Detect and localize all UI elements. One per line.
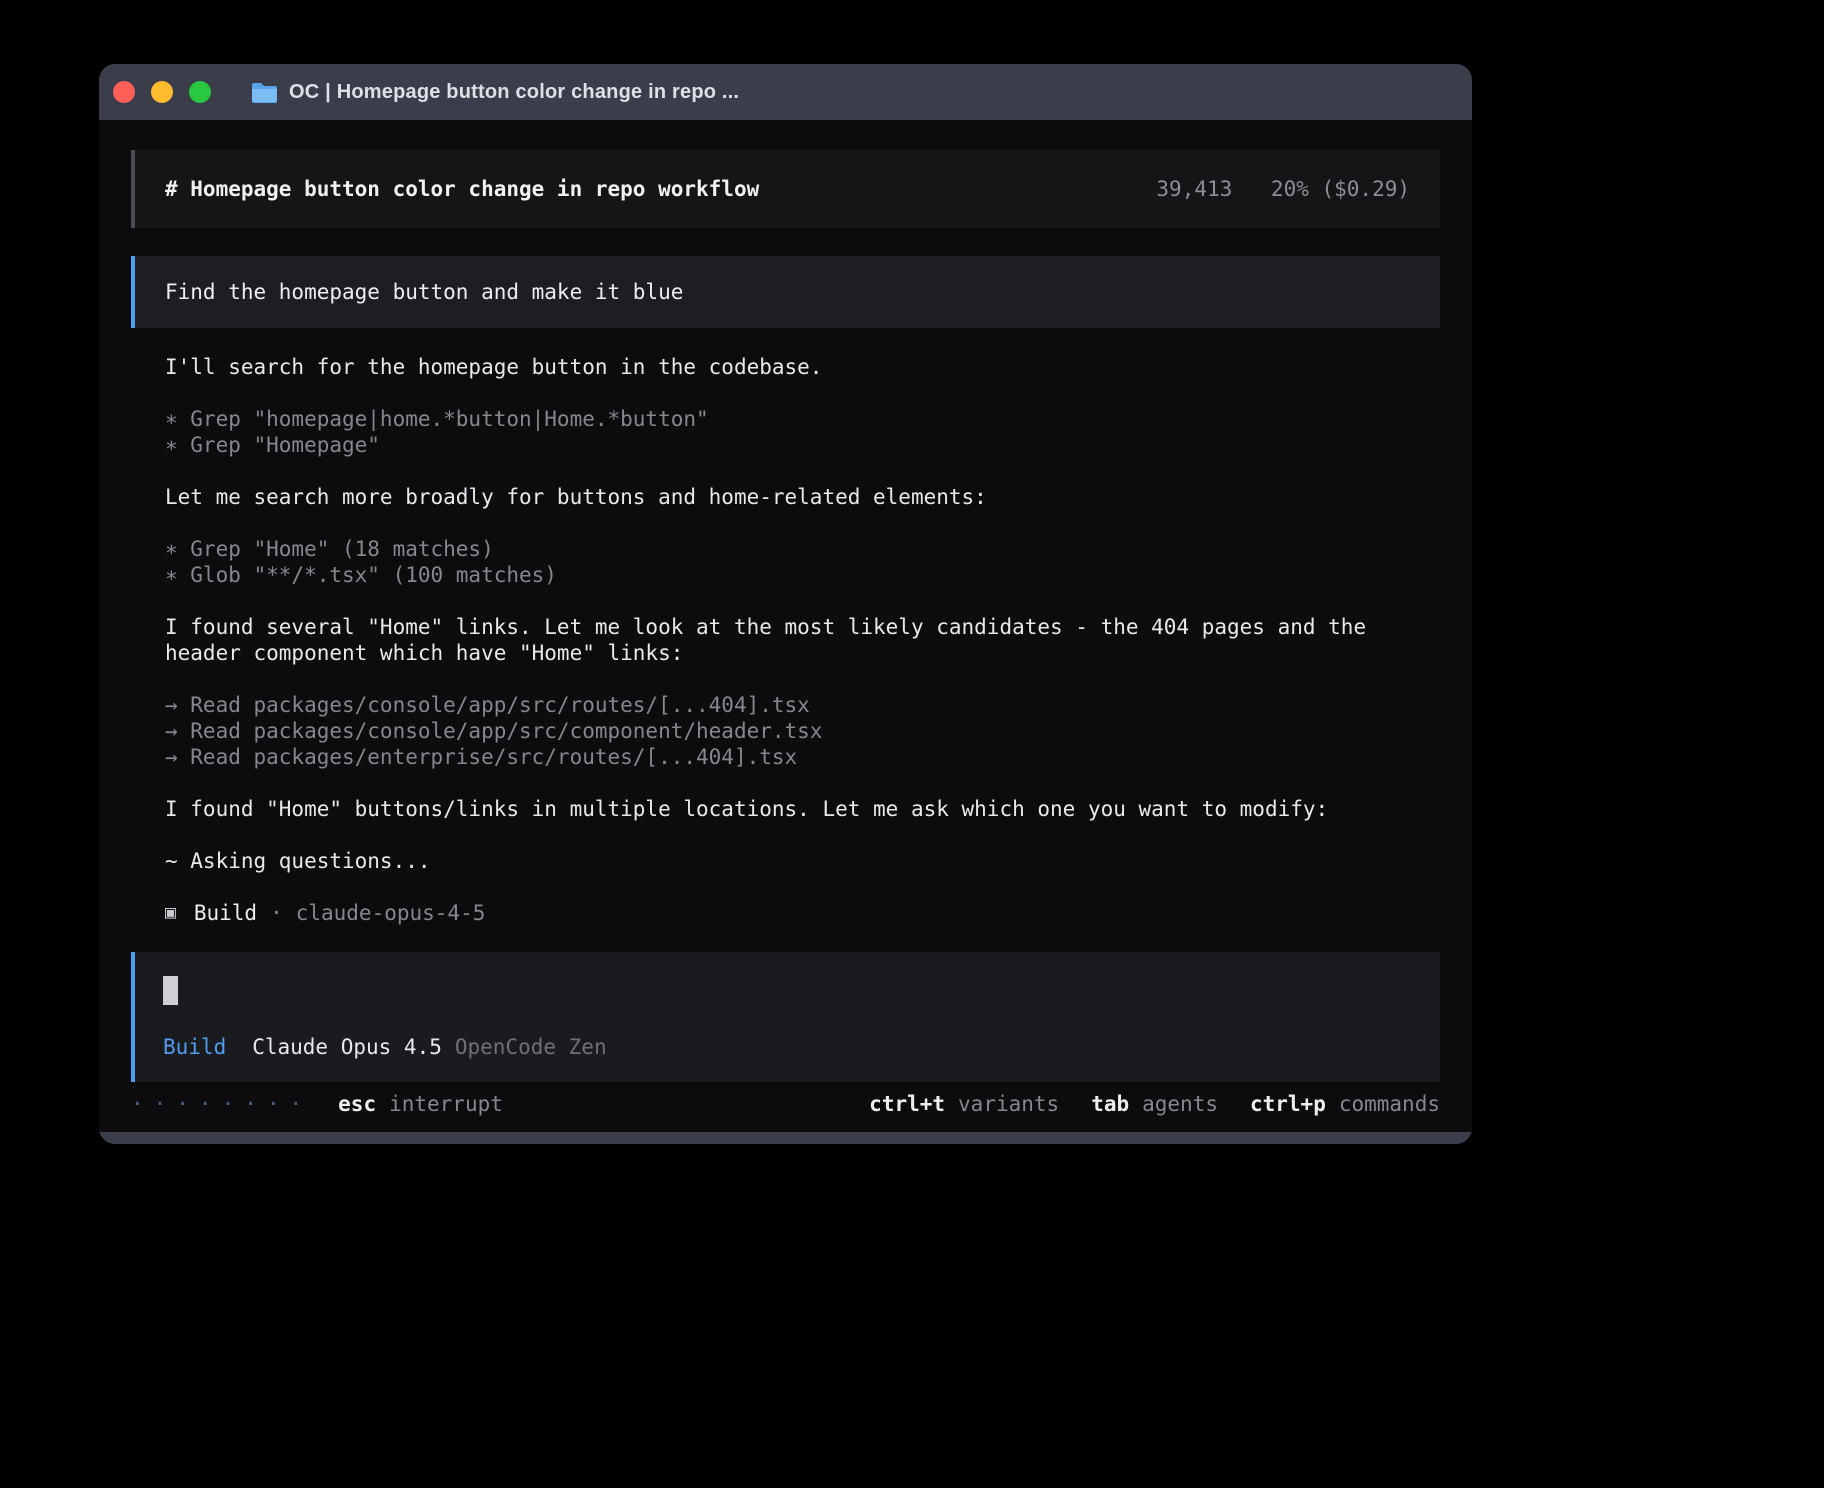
tool-call-grep: ∗ Grep "homepage|home.*button|Home.*butt… <box>165 406 1440 432</box>
tool-call-read: → Read packages/enterprise/src/routes/[.… <box>165 744 1440 770</box>
session-header: # Homepage button color change in repo w… <box>131 150 1440 228</box>
assistant-paragraph: I found several "Home" links. Let me loo… <box>165 614 1440 666</box>
agent-separator: · <box>270 900 283 926</box>
window-title: OC | Homepage button color change in rep… <box>289 81 739 104</box>
assistant-response: I'll search for the homepage button in t… <box>165 328 1440 926</box>
token-count: 39,413 <box>1156 177 1232 201</box>
agent-mode-label[interactable]: Build <box>163 1034 226 1060</box>
tool-call-grep: ∗ Grep "Home" (18 matches) <box>165 536 1440 562</box>
close-window-button[interactable] <box>113 81 135 103</box>
tool-call-glob: ∗ Glob "**/*.tsx" (100 matches) <box>165 562 1440 588</box>
shortcut-key: ctrl+p <box>1250 1091 1326 1117</box>
tool-call-group: ∗ Grep "homepage|home.*button|Home.*butt… <box>165 406 1440 458</box>
context-usage: 20% ($0.29) <box>1271 177 1410 201</box>
assistant-paragraph: Let me search more broadly for buttons a… <box>165 484 1440 510</box>
shortcut-agents: tab agents <box>1091 1091 1218 1117</box>
progress-dots: ········ <box>131 1091 312 1117</box>
user-message-text: Find the homepage button and make it blu… <box>165 280 683 304</box>
agent-mode-icon: ▣ <box>165 900 176 926</box>
terminal-content: # Homepage button color change in repo w… <box>99 120 1472 1132</box>
tool-call-group: ∗ Grep "Home" (18 matches) ∗ Glob "**/*.… <box>165 536 1440 588</box>
prompt-input[interactable]: Build Claude Opus 4.5 OpenCode Zen <box>131 952 1440 1082</box>
session-title: # Homepage button color change in repo w… <box>165 176 759 202</box>
shortcut-label: variants <box>958 1091 1059 1117</box>
shortcut-key: ctrl+t <box>869 1091 945 1117</box>
shortcut-commands: ctrl+p commands <box>1250 1091 1440 1117</box>
user-message: Find the homepage button and make it blu… <box>131 256 1440 328</box>
status-bar: ········ esc interrupt ctrl+t variants t… <box>131 1091 1440 1117</box>
shortcut-key: tab <box>1091 1091 1129 1117</box>
shortcut-label: agents <box>1142 1091 1218 1117</box>
model-status-line: Build Claude Opus 4.5 OpenCode Zen <box>163 1034 1412 1060</box>
tool-call-read: → Read packages/console/app/src/componen… <box>165 718 1440 744</box>
agent-mode-name: Build <box>194 900 257 926</box>
tool-call-grep: ∗ Grep "Homepage" <box>165 432 1440 458</box>
tool-call-group: → Read packages/console/app/src/routes/[… <box>165 692 1440 770</box>
text-cursor <box>163 976 178 1005</box>
provider-label: OpenCode Zen <box>455 1034 607 1060</box>
asking-questions-status: ~ Asking questions... <box>165 848 1440 874</box>
session-stats: 39,413 20% ($0.29) <box>1156 176 1410 202</box>
assistant-paragraph: I found "Home" buttons/links in multiple… <box>165 796 1440 822</box>
minimize-window-button[interactable] <box>151 81 173 103</box>
model-name-label[interactable]: Claude Opus 4.5 <box>252 1034 442 1060</box>
esc-action-label: interrupt <box>389 1091 503 1117</box>
assistant-paragraph: I'll search for the homepage button in t… <box>165 354 1440 380</box>
shortcut-label: commands <box>1339 1091 1440 1117</box>
esc-key-hint: esc <box>338 1091 376 1117</box>
folder-icon <box>251 82 278 103</box>
terminal-window: OC | Homepage button color change in rep… <box>99 64 1472 1144</box>
window-titlebar: OC | Homepage button color change in rep… <box>99 64 1472 120</box>
tool-call-read: → Read packages/console/app/src/routes/[… <box>165 692 1440 718</box>
agent-model-name: claude-opus-4-5 <box>296 900 486 926</box>
shortcut-variants: ctrl+t variants <box>869 1091 1059 1117</box>
zoom-window-button[interactable] <box>189 81 211 103</box>
agent-status-line: ▣ Build · claude-opus-4-5 <box>165 900 1440 926</box>
